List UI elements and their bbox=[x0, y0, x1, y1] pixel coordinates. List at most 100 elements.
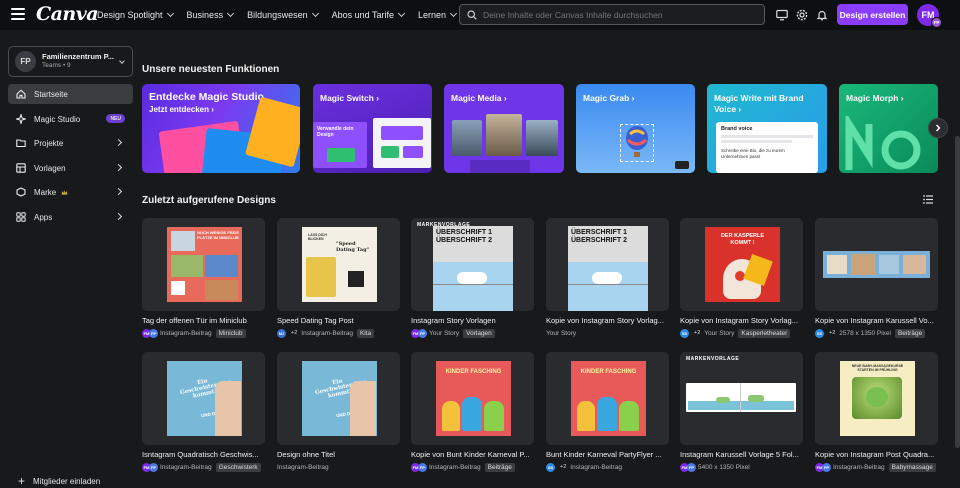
design-title[interactable]: Tag der offenen Tür im Miniclub bbox=[142, 316, 270, 325]
feature-card-magic-write[interactable]: Magic Write mit Brand Voice › Brand voic… bbox=[707, 84, 827, 173]
magic-sparkle-icon bbox=[16, 114, 26, 124]
nav-bildungswesen[interactable]: Bildungswesen bbox=[247, 10, 318, 20]
carousel-next-button[interactable] bbox=[928, 118, 948, 138]
create-design-button[interactable]: Design erstellen bbox=[837, 4, 908, 25]
sidebar-item-vorlagen[interactable]: Vorlagen bbox=[8, 158, 133, 178]
design-meta: FM FP Your Story Vorlagen bbox=[411, 328, 495, 338]
collaborators: SS bbox=[546, 462, 555, 472]
invite-members-button[interactable]: + Mitglieder einladen bbox=[18, 474, 100, 488]
list-view-icon[interactable] bbox=[923, 195, 933, 204]
feature-cta[interactable]: Jetzt entdecken › bbox=[149, 105, 264, 115]
collaborator-avatar: FP bbox=[418, 462, 427, 472]
canva-logo[interactable]: Canva bbox=[36, 3, 99, 25]
design-thumbnail-frame[interactable]: MARKENVORLAGE bbox=[680, 352, 803, 445]
user-avatar[interactable]: FM FP bbox=[917, 4, 942, 28]
team-avatar: FP bbox=[15, 51, 36, 72]
search-icon bbox=[467, 9, 477, 20]
nav-abos-und-tarife[interactable]: Abos und Tarife bbox=[332, 10, 404, 20]
decor-shape bbox=[327, 148, 355, 162]
feature-title: Magic Morph bbox=[846, 93, 899, 103]
design-thumbnail-frame[interactable]: LASS DICH BLICKEN "Speed Dating Tag" bbox=[277, 218, 400, 311]
feature-card-magic-studio[interactable]: Entdecke Magic Studio Jetzt entdecken › bbox=[142, 84, 300, 173]
feature-title: Magic Write mit Brand Voice bbox=[714, 93, 804, 114]
design-thumbnail: Ein Geschwisterchen kommt! UND DANN? bbox=[302, 361, 377, 436]
chevron-right-icon bbox=[114, 163, 123, 172]
design-type: Instagram-Beitrag bbox=[160, 329, 212, 337]
design-thumbnail-frame[interactable]: Ein Geschwisterchen kommt! UND DANN? bbox=[142, 352, 265, 445]
recent-heading: Zuletzt aufgerufene Designs bbox=[142, 195, 276, 206]
design-meta: FM FP Instagram-Beitrag Geschwisterk bbox=[142, 462, 261, 472]
top-bar: Canva Design Spotlight Business Bildungs… bbox=[0, 0, 960, 30]
brand-voice-panel: Brand voice Schreibe eine Bio, die zu eu… bbox=[716, 122, 818, 173]
search-input[interactable] bbox=[483, 9, 753, 20]
collaborators: FM FP bbox=[411, 462, 427, 472]
feature-card-magic-grab[interactable]: Magic Grab › bbox=[576, 84, 695, 173]
design-thumbnail-frame[interactable]: NEUE BABY-MASSAGEKURSE STARTEN IM FRÜHLI… bbox=[815, 352, 938, 445]
folder-tag: Beiträge bbox=[894, 328, 926, 338]
folder-tag: Geschwisterk bbox=[215, 462, 261, 472]
design-thumbnail-frame[interactable] bbox=[815, 218, 938, 311]
design-title[interactable]: Kopie von Instagram Story Vorlag... bbox=[680, 316, 808, 325]
nav-design-spotlight[interactable]: Design Spotlight bbox=[97, 10, 173, 20]
design-title[interactable]: Kopie von Instagram Post Quadra... bbox=[815, 450, 943, 459]
design-meta: SS +2 2578 x 1350 Pixel Beiträge bbox=[815, 328, 926, 338]
design-thumbnail-frame[interactable]: Ein Geschwisterchen kommt! UND DANN? bbox=[277, 352, 400, 445]
scrollbar[interactable] bbox=[955, 136, 960, 448]
sidebar-item-projekte[interactable]: Projekte bbox=[8, 133, 133, 153]
design-meta: MJ +2 Instagram-Beitrag Kita bbox=[277, 328, 375, 338]
desktop-icon[interactable] bbox=[776, 9, 788, 21]
design-title[interactable]: Speed Dating Tag Post bbox=[277, 316, 405, 325]
feature-card-magic-media[interactable]: Magic Media › bbox=[444, 84, 564, 173]
feature-cta-label: Jetzt entdecken bbox=[149, 105, 210, 115]
thumb-text: KINDER FASCHING bbox=[580, 369, 637, 375]
gear-icon[interactable] bbox=[796, 9, 808, 21]
collaborators: MJ bbox=[277, 328, 286, 338]
folder-tag: Kasperletheater bbox=[738, 328, 791, 338]
design-thumbnail: ÜBERSCHRIFT 1 ÜBERSCHRIFT 2 bbox=[433, 226, 513, 311]
collaborator-count: +2 bbox=[694, 330, 701, 336]
chevron-right-icon bbox=[114, 138, 123, 147]
design-thumbnail-frame[interactable]: KINDER FASCHING bbox=[411, 352, 534, 445]
design-thumbnail-frame[interactable]: KINDER FASCHING bbox=[546, 352, 669, 445]
design-title[interactable]: Isntagram Quadratisch Geschwis... bbox=[142, 450, 270, 459]
design-thumbnail-frame[interactable]: ÜBERSCHRIFT 1 ÜBERSCHRIFT 2 bbox=[546, 218, 669, 311]
crown-icon bbox=[61, 189, 68, 195]
design-type: Instagram-Beitrag bbox=[301, 329, 353, 337]
design-thumbnail-frame[interactable]: DER KASPERLE KOMMT ! bbox=[680, 218, 803, 311]
design-thumbnail: NOCH WENIGE FREIE PLÄTZE IM MINICLUB bbox=[167, 227, 242, 302]
design-meta: FM FP Instagram-Beitrag Beiträge bbox=[411, 462, 515, 472]
design-title[interactable]: Kopie von Instagram Karussell Vo... bbox=[815, 316, 943, 325]
design-title[interactable]: Instagram Story Vorlagen bbox=[411, 316, 539, 325]
nav-business[interactable]: Business bbox=[187, 10, 234, 20]
design-title[interactable]: Design ohne Titel bbox=[277, 450, 405, 459]
menu-icon[interactable] bbox=[11, 8, 25, 20]
collaborator-avatar: SS bbox=[815, 328, 824, 338]
team-switcher[interactable]: FP Familienzentrum P... Teams • 9 bbox=[8, 46, 133, 77]
feature-title: Magic Grab bbox=[583, 93, 630, 103]
brand-template-badge: MARKENVORLAGE bbox=[686, 356, 740, 362]
collaborators: FM FP bbox=[815, 462, 831, 472]
design-meta: FM FP Instagram-Beitrag Miniclub bbox=[142, 328, 246, 338]
nav-lernen[interactable]: Lernen bbox=[418, 10, 456, 20]
design-type: Your Story bbox=[546, 329, 577, 337]
feature-card-magic-morph[interactable]: Magic Morph › bbox=[839, 84, 938, 173]
sidebar-item-marke[interactable]: Marke bbox=[8, 182, 133, 202]
design-type: Your Story bbox=[429, 329, 460, 337]
top-nav: Design Spotlight Business Bildungswesen … bbox=[97, 0, 456, 30]
sidebar-item-label: Startseite bbox=[34, 89, 68, 99]
sidebar-item-magic-studio[interactable]: Magic Studio NEU bbox=[8, 109, 133, 129]
design-title[interactable]: Bunt Kinder Karneval PartyFlyer ... bbox=[546, 450, 674, 459]
bell-icon[interactable] bbox=[816, 9, 828, 21]
collaborator-avatar: SS bbox=[680, 328, 689, 338]
design-title[interactable]: Kopie von Bunt Kinder Karneval P... bbox=[411, 450, 539, 459]
media-tile bbox=[486, 114, 522, 156]
design-title[interactable]: Kopie von Instagram Story Vorlag... bbox=[546, 316, 674, 325]
sidebar-item-apps[interactable]: Apps bbox=[8, 207, 133, 227]
search-box[interactable] bbox=[459, 4, 765, 25]
design-thumbnail-frame[interactable]: NOCH WENIGE FREIE PLÄTZE IM MINICLUB bbox=[142, 218, 265, 311]
design-thumbnail-frame[interactable]: MARKENVORLAGE ÜBERSCHRIFT 1 ÜBERSCHRIFT … bbox=[411, 218, 534, 311]
design-title[interactable]: Instagram Karussell Vorlage 5 Fol... bbox=[680, 450, 808, 459]
feature-card-magic-switch[interactable]: Magic Switch › Verwandle dein Design bbox=[313, 84, 432, 173]
folder-tag: Babymassage bbox=[888, 462, 936, 472]
sidebar-item-startseite[interactable]: Startseite bbox=[8, 84, 133, 104]
